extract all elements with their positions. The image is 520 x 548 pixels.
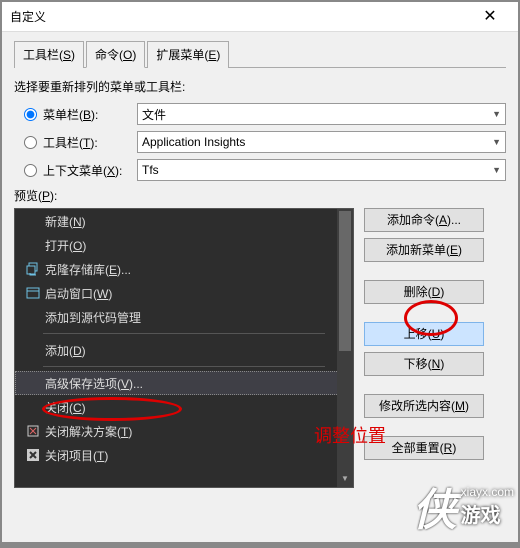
radio-menubar[interactable] [24,108,37,121]
combo-menubar[interactable]: 文件▼ [137,103,506,125]
reset-button[interactable]: 全部重置(R) [364,436,484,460]
combo-toolbar[interactable]: Application Insights▼ [137,131,506,153]
menu-item-label: 启动窗口(W) [45,285,347,302]
menu-item-label: 打开(O) [45,237,340,254]
menu-preview-list[interactable]: 新建(N)▶打开(O)▶克隆存储库(E)...启动窗口(W)添加到源代码管理添加… [14,208,354,488]
chevron-down-icon: ▼ [492,165,501,175]
add-menu-button[interactable]: 添加新菜单(E) [364,238,484,262]
menu-item[interactable]: 关闭项目(T) [15,443,353,467]
move-down-button[interactable]: 下移(N) [364,352,484,376]
menu-item[interactable]: 打开(O)▶ [15,233,353,257]
menu-item[interactable]: 克隆存储库(E)... [15,257,353,281]
radio-toolbar-label: 工具栏(T): [43,134,137,151]
menu-item-label: 新建(N) [45,213,340,230]
combo-context[interactable]: Tfs▼ [137,159,506,181]
add-command-button[interactable]: 添加命令(A)... [364,208,484,232]
tab-toolbar[interactable]: 工具栏(S) [14,41,84,68]
menu-item-label: 添加到源代码管理 [45,309,347,326]
preview-label: 预览(P): [14,187,506,204]
scroll-down-icon[interactable]: ▼ [337,471,353,487]
radio-menubar-label: 菜单栏(B): [43,106,137,123]
menu-item[interactable]: 启动窗口(W) [15,281,353,305]
close-file-icon [21,448,45,462]
chevron-down-icon: ▼ [492,109,501,119]
watermark-brand: 游戏 [461,499,514,528]
chevron-down-icon: ▼ [492,137,501,147]
radio-context-label: 上下文菜单(X): [43,162,137,179]
tab-strip: 工具栏(S) 命令(O) 扩展菜单(E) [14,40,506,68]
scroll-thumb[interactable] [339,211,351,351]
menu-item-label: 克隆存储库(E)... [45,261,347,278]
radio-context[interactable] [24,164,37,177]
menu-item[interactable]: 关闭(C) [15,395,353,419]
menu-item[interactable]: 高级保存选项(V)... [15,371,353,395]
menu-item-label: 关闭(C) [45,399,347,416]
menu-separator [43,333,325,334]
menu-item[interactable]: 添加到源代码管理 [15,305,353,329]
section-label: 选择要重新排列的菜单或工具栏: [14,78,506,95]
menu-item-label: 添加(D) [45,342,340,359]
menu-item-label: 关闭解决方案(T) [45,423,347,440]
tab-extensions[interactable]: 扩展菜单(E) [147,41,229,68]
close-icon[interactable]: ✕ [470,3,510,31]
menu-item-label: 关闭项目(T) [45,447,347,464]
modify-button[interactable]: 修改所选内容(M) [364,394,484,418]
menu-separator [43,366,325,367]
menu-item[interactable]: 关闭解决方案(T) [15,419,353,443]
close-sol-icon [21,424,45,438]
menu-item[interactable]: 添加(D)▶ [15,338,353,362]
dialog-title: 自定义 [10,8,470,25]
delete-button[interactable]: 删除(D) [364,280,484,304]
radio-toolbar[interactable] [24,136,37,149]
clone-icon [21,262,45,276]
menu-item-label: 高级保存选项(V)... [45,375,347,392]
scrollbar[interactable]: ▲ ▼ [337,209,353,487]
window-icon [21,286,45,300]
move-up-button[interactable]: 上移(U) [364,322,484,346]
menu-item[interactable]: 新建(N)▶ [15,209,353,233]
tab-commands[interactable]: 命令(O) [86,41,145,68]
